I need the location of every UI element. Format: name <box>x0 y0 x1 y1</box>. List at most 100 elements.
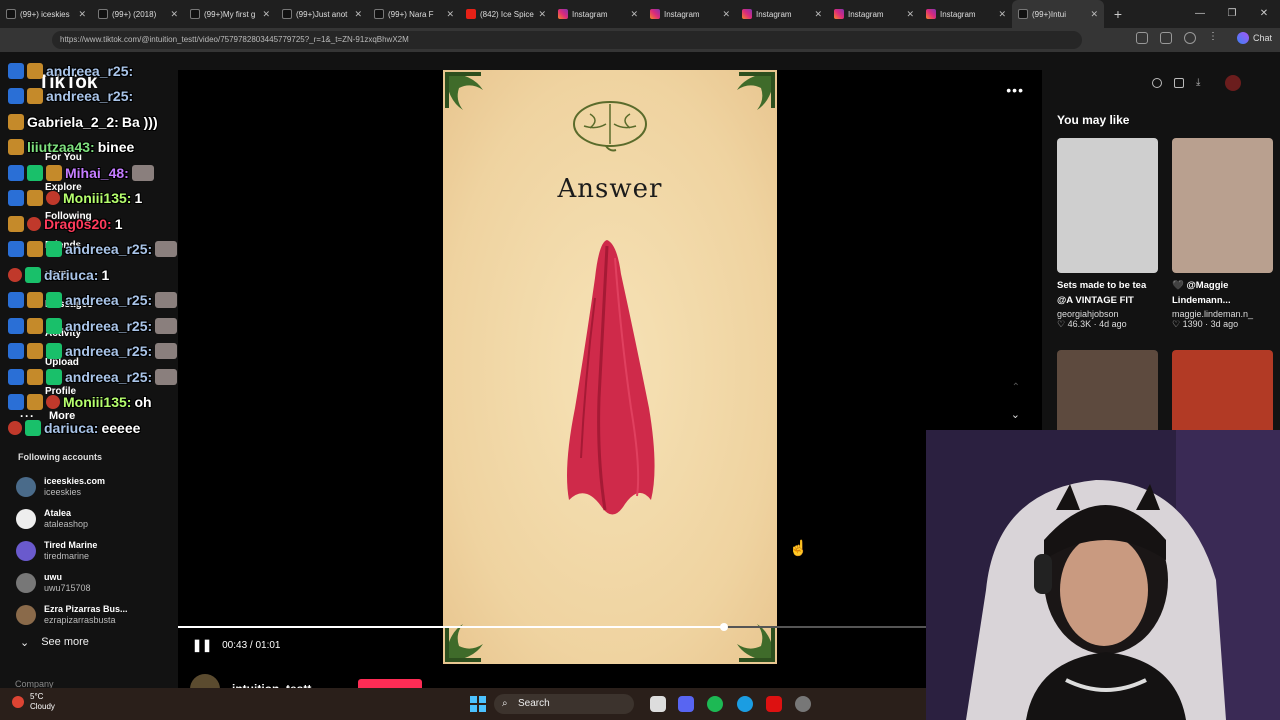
browser-tab[interactable]: Instagram ✕ <box>736 0 828 28</box>
browser-tab[interactable]: Instagram ✕ <box>644 0 736 28</box>
tab-close-icon[interactable]: ✕ <box>538 9 546 20</box>
windows-start-icon[interactable] <box>470 696 486 712</box>
browser-tab[interactable]: (99+) iceskies ✕ <box>0 0 92 28</box>
spotify-icon[interactable] <box>707 696 723 712</box>
chat-message: dariuca: eeeee <box>8 415 208 441</box>
heart-badge-icon <box>27 216 41 231</box>
browser-tab[interactable]: Instagram ✕ <box>552 0 644 28</box>
new-tab-icon[interactable]: + <box>1104 6 1132 22</box>
sub-badge-icon <box>8 113 24 130</box>
recommended-video-card[interactable]: 🖤 @Maggie Lindemann... maggie.lindeman.n_… <box>1172 138 1273 330</box>
tab-close-icon[interactable]: ✕ <box>78 9 86 20</box>
chat-button[interactable]: Chat <box>1236 32 1272 44</box>
following-account[interactable]: Ezra Pizarras Bus... ezrapizarrasbusta <box>16 604 128 626</box>
tab-close-icon[interactable]: ✕ <box>1090 9 1098 20</box>
phone-icon[interactable] <box>1174 78 1184 88</box>
close-window-icon[interactable]: ✕ <box>1248 0 1280 28</box>
card-title[interactable]: Sets made to be tea @A VINTAGE FIT <box>1057 278 1158 308</box>
header-icons: ⤓ <box>1152 78 1206 88</box>
recommended-video-card[interactable]: Sets made to be tea @A VINTAGE FIT georgi… <box>1057 138 1158 330</box>
menu-icon[interactable]: ⋮ <box>1208 32 1220 44</box>
minimize-icon[interactable]: — <box>1184 0 1216 28</box>
tab-close-icon[interactable]: ✕ <box>262 9 270 20</box>
following-account[interactable]: Atalea ataleashop <box>16 508 88 530</box>
heart-badge-icon <box>46 191 60 206</box>
tab-close-icon[interactable]: ✕ <box>998 9 1006 20</box>
tab-title: (99+) iceskies <box>20 9 70 19</box>
extensions-icon[interactable] <box>1136 32 1148 44</box>
card-title[interactable]: 🖤 @Maggie Lindemann... <box>1172 278 1273 308</box>
youtube-icon <box>466 9 476 19</box>
pause-icon[interactable]: ❚❚ <box>192 638 212 652</box>
browser-tab-strip: (99+) iceskies ✕ (99+) (2018) ✕ (99+)My firs… <box>0 0 1280 28</box>
chat-username: andreea_r25: <box>65 292 153 309</box>
browser-tab[interactable]: (99+)Just anot ✕ <box>276 0 368 28</box>
card-author[interactable]: maggie.lindeman.n_ <box>1172 309 1273 319</box>
mod-badge-icon <box>8 190 24 207</box>
see-more-button[interactable]: ⌄ See more <box>20 636 89 649</box>
tab-close-icon[interactable]: ✕ <box>446 9 454 20</box>
video-progress-knob[interactable] <box>720 623 728 631</box>
bookmark-icon[interactable] <box>1160 32 1172 44</box>
tab-title: Instagram <box>756 9 792 19</box>
weather-widget[interactable]: 5°C Cloudy <box>12 692 55 712</box>
tab-close-icon[interactable]: ✕ <box>814 9 822 20</box>
video-more-options-icon[interactable]: ••• <box>1006 82 1024 98</box>
discord-icon[interactable] <box>678 696 694 712</box>
browser-tab[interactable]: Instagram ✕ <box>828 0 920 28</box>
user-avatar[interactable] <box>1225 75 1241 91</box>
chat-emote-image <box>131 164 154 181</box>
profile-icon[interactable] <box>1184 32 1196 44</box>
video-player[interactable]: Answer <box>443 70 777 664</box>
browser-tab[interactable]: Instagram ✕ <box>920 0 1012 28</box>
app-icon[interactable] <box>766 696 782 712</box>
chat-emote-image <box>155 368 178 385</box>
next-video-icon[interactable]: ⌄ <box>1011 408 1020 421</box>
tab-title: Instagram <box>572 9 608 19</box>
chat-username: Gabriela_2_2: <box>27 113 119 130</box>
ornament-corner-icon <box>445 72 483 110</box>
card-author[interactable]: georgiahjobson <box>1057 309 1158 319</box>
tab-close-icon[interactable]: ✕ <box>722 9 730 20</box>
chat-message: andreea_r25: <box>8 237 208 263</box>
ornament-corner-icon <box>737 72 775 110</box>
tab-close-icon[interactable]: ✕ <box>906 9 914 20</box>
edge-icon[interactable] <box>737 696 753 712</box>
file-explorer-icon[interactable] <box>650 696 666 712</box>
chat-message: Moniii135: 1 <box>8 186 208 212</box>
video-progress-bar[interactable] <box>178 623 926 631</box>
url-input[interactable]: https://www.tiktok.com/@intuition_testt/… <box>52 31 1082 49</box>
card-age: 4d ago <box>1099 319 1127 329</box>
mod-badge-icon <box>8 343 24 360</box>
tab-title: Instagram <box>940 9 976 19</box>
browser-tab[interactable]: (99+) Nara F ✕ <box>368 0 460 28</box>
browser-tab[interactable]: (99+)My first g ✕ <box>184 0 276 28</box>
following-account[interactable]: Tired Marine tiredmarine <box>16 540 97 562</box>
chat-username: Moniii135: <box>63 190 132 207</box>
chat-text: binee <box>97 139 135 156</box>
following-account[interactable]: uwu uwu715708 <box>16 572 91 594</box>
instagram-icon <box>742 9 752 19</box>
tab-close-icon[interactable]: ✕ <box>630 9 638 20</box>
restore-icon[interactable]: ❐ <box>1216 0 1248 28</box>
tab-close-icon[interactable]: ✕ <box>354 9 362 20</box>
compass-icon[interactable] <box>1152 78 1162 88</box>
download-icon[interactable]: ⤓ <box>1196 78 1206 88</box>
chat-text: oh <box>134 394 152 411</box>
video-thumbnail[interactable] <box>1172 138 1273 273</box>
tab-close-icon[interactable]: ✕ <box>170 9 178 20</box>
browser-tab[interactable]: (99+) (2018) ✕ <box>92 0 184 28</box>
browser-tab[interactable]: (842) Ice Spice ✕ <box>460 0 552 28</box>
previous-video-icon[interactable]: ⌃ <box>1012 382 1020 393</box>
separator: · <box>1091 319 1100 329</box>
browser-tab[interactable]: (99+)Intui ✕ <box>1012 0 1104 28</box>
avatar <box>16 541 36 561</box>
chat-text: 1 <box>114 215 123 232</box>
following-account[interactable]: iceeskies.com iceeskies <box>16 476 105 498</box>
tiktok-icon <box>98 9 108 19</box>
gift-badge-icon <box>46 317 62 334</box>
video-thumbnail[interactable] <box>1057 138 1158 273</box>
taskbar-search[interactable]: ⌕ Search <box>494 694 634 714</box>
obs-icon[interactable] <box>795 696 811 712</box>
chat-message: andreea_r25: <box>8 58 208 84</box>
